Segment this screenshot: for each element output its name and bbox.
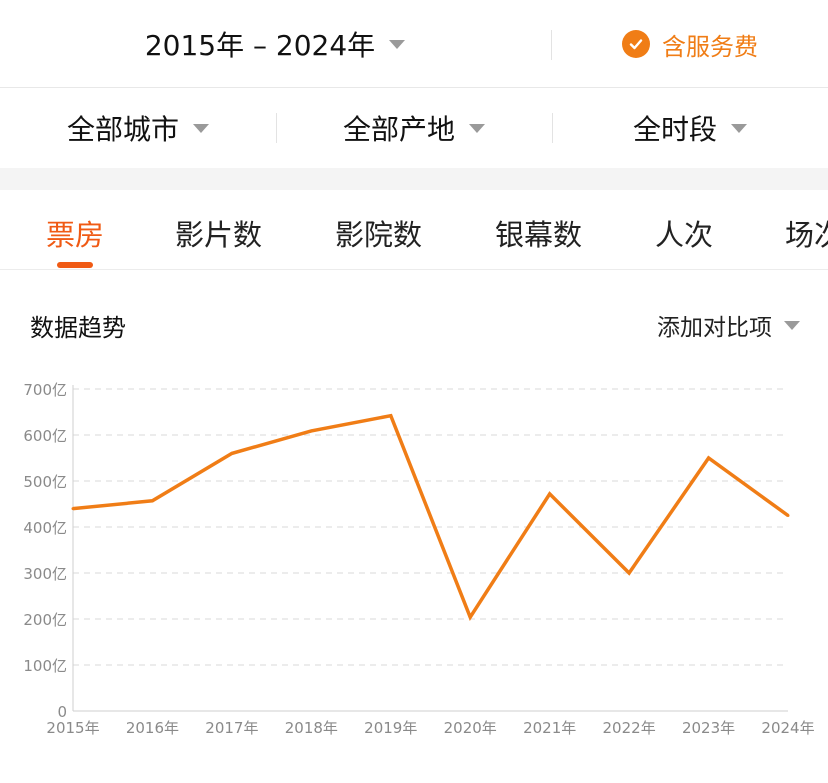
chevron-down-icon [784,320,800,330]
y-tick-label: 700亿 [23,381,67,399]
data-point [468,615,472,619]
origin-filter[interactable]: 全部产地 [276,88,552,168]
tab-film-count[interactable]: 影片数 [175,212,262,254]
x-tick-label: 2016年 [126,719,179,737]
metric-tabs: 票房 影片数 影院数 银幕数 人次 场次 [0,190,828,270]
chevron-down-icon [193,123,209,133]
data-point [389,414,393,418]
filter-bar: 全部城市 全部产地 全时段 [0,88,828,168]
city-filter-label: 全部城市 [66,113,179,146]
time-filter-label: 全时段 [632,113,717,146]
x-tick-label: 2024年 [761,719,814,737]
add-compare-label: 添加对比项 [657,315,772,341]
city-filter[interactable]: 全部城市 [0,88,276,168]
add-compare-dropdown[interactable]: 添加对比项 [657,308,800,342]
tab-box-office[interactable]: 票房 [46,212,104,254]
series-line [72,413,790,622]
year-range-selector[interactable]: 2015年 – 2024年 [0,0,550,88]
x-tick-label: 2019年 [364,719,417,737]
trend-chart: 0100亿200亿300亿400亿500亿600亿700亿2015年 2016年 2… [23,381,814,737]
chevron-down-icon [469,123,485,133]
data-point [786,514,790,517]
data-point [71,507,75,511]
y-tick-label: 600亿 [23,427,67,445]
tab-screen-count[interactable]: 银幕数 [495,212,582,254]
y-tick-label: 500亿 [23,473,67,491]
tab-screenings[interactable]: 场次 [785,212,828,254]
chevron-down-icon [731,123,747,133]
x-tick-label: 2021年 [523,719,576,737]
data-point [548,492,552,496]
data-point [230,451,234,455]
x-tick-label: 2023年 [682,719,735,737]
year-range-label: 2015年 – 2024年 [144,29,376,62]
service-fee-toggle[interactable]: 含服务费 [552,0,828,88]
y-tick-label: 200亿 [23,611,67,629]
section-gap [0,168,828,190]
tab-cinema-count[interactable]: 影院数 [335,212,422,254]
y-tick-label: 400亿 [23,519,67,537]
x-tick-label: 2018年 [285,719,338,737]
y-tick-label: 300亿 [23,565,67,583]
tab-attendance[interactable]: 人次 [655,212,713,254]
data-point [309,429,313,433]
y-tick-label: 100亿 [23,657,67,675]
x-tick-label: 2017年 [205,719,258,737]
origin-filter-label: 全部产地 [342,113,455,146]
data-point [707,456,711,460]
x-tick-label: 2022年 [603,719,656,737]
time-filter[interactable]: 全时段 [552,88,828,168]
checkmark-icon [622,30,650,58]
service-fee-label: 含服务费 [662,32,758,61]
chevron-down-icon [389,39,406,49]
section-title: 数据趋势 [30,314,126,342]
x-tick-label: 2020年 [444,719,497,737]
active-tab-indicator [57,262,93,268]
top-bar: 2015年 – 2024年 含服务费 [0,0,828,88]
data-point [627,571,631,575]
x-tick-label: 2015年 [46,719,99,737]
data-point [150,499,154,503]
